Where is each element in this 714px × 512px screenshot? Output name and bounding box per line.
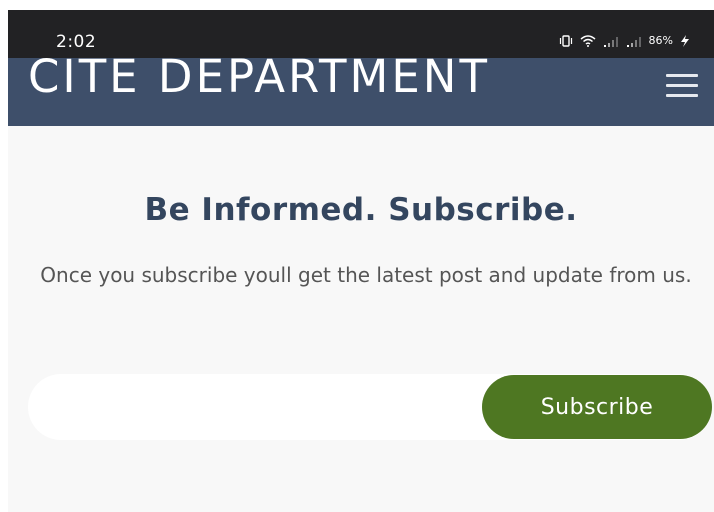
- site-title[interactable]: CITE DEPARTMENT: [28, 58, 490, 99]
- status-icons: 86%: [559, 34, 690, 47]
- site-header: CITE DEPARTMENT: [8, 58, 714, 126]
- signal-icon: [603, 35, 619, 47]
- battery-charging-icon: [680, 34, 690, 47]
- subscribe-description: Once you subscribe youll get the latest …: [40, 263, 692, 287]
- status-time: 2:02: [56, 32, 97, 52]
- battery-level: 86%: [648, 34, 673, 47]
- status-bar: 2:02 86%: [8, 10, 714, 58]
- subscribe-heading: Be Informed. Subscribe.: [144, 192, 578, 228]
- wifi-icon: [580, 34, 596, 47]
- hamburger-menu-icon[interactable]: [662, 67, 702, 101]
- subscribe-section: Be Informed. Subscribe. Once you subscri…: [8, 126, 714, 512]
- subscribe-form: Subscribe: [28, 374, 712, 442]
- signal-icon: [626, 35, 642, 47]
- subscribe-button[interactable]: Subscribe: [482, 375, 712, 439]
- vibrate-icon: [559, 34, 573, 47]
- email-input[interactable]: [48, 374, 482, 442]
- phone-screen: 2:02 86% CITE DEPARTMENT Be Informed. Su…: [0, 0, 714, 512]
